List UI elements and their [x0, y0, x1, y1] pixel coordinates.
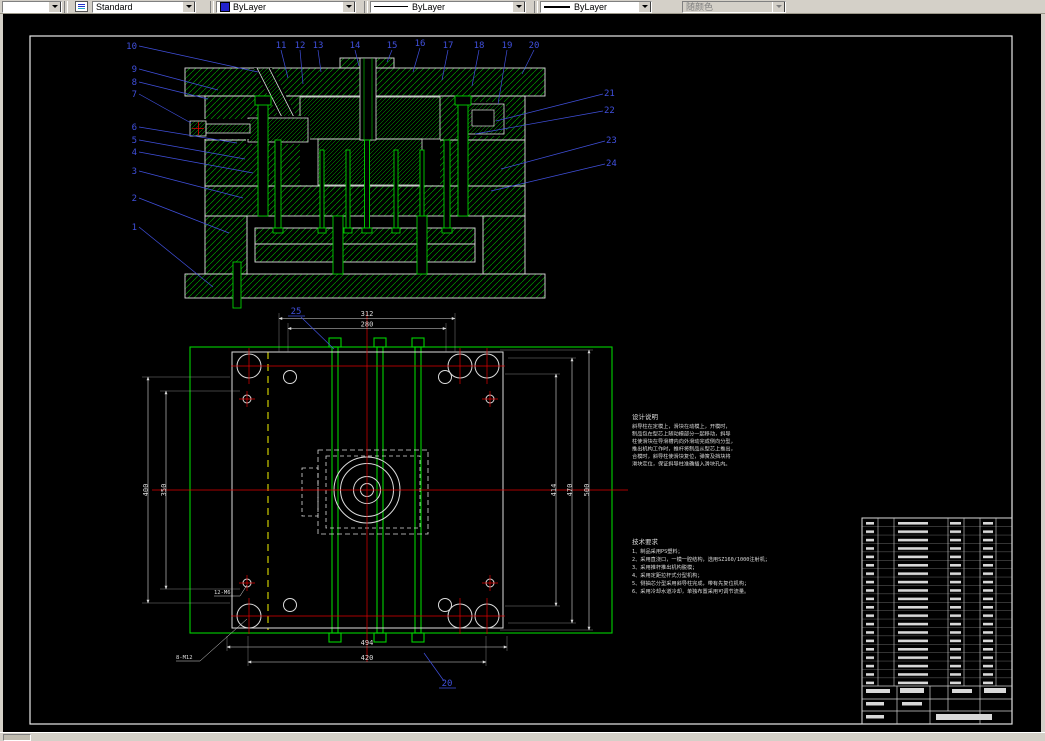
- hole-note-text: 8-M12: [176, 655, 193, 661]
- technical-requirements: 技术要求 1、制品采用PS塑料； 2、采用直浇口，一模一腔结构，选用SZ160/…: [632, 537, 770, 595]
- tech-item: 3、采用推杆推出机构脱模；: [632, 563, 697, 571]
- callout-10: 10: [126, 42, 137, 52]
- dropdown-arrow-icon: [772, 1, 785, 12]
- style-dropdown-value: Standard: [96, 1, 133, 12]
- callout-24: 24: [606, 159, 617, 169]
- callout-4: 4: [132, 148, 137, 158]
- style-dropdown[interactable]: Standard: [92, 0, 196, 13]
- callout-7: 7: [132, 90, 137, 100]
- drawing-canvas[interactable]: 312 280 494 420 414 470 500 400 350 12-M…: [3, 14, 1041, 733]
- linetype-dropdown-value: ByLayer: [412, 1, 446, 12]
- tech-item: 6、采用冷却水道冷却，单独布置采用可调节流量。: [632, 587, 749, 595]
- callout-11: 11: [276, 41, 287, 51]
- toolbar-separator: [64, 0, 68, 13]
- notes-line: 柱使滑块在导滑槽内向外滑动完成侧向分型，: [632, 437, 736, 445]
- callout-23: 23: [606, 136, 617, 146]
- tech-item: 4、采用定距拉杆式分型机构；: [632, 571, 703, 579]
- dimensions: 312 280 494 420 414 470 500 400 350 12-M…: [142, 310, 593, 666]
- callout-13: 13: [313, 41, 324, 51]
- callout-14: 14: [350, 41, 361, 51]
- ime-indicator[interactable]: [3, 733, 31, 741]
- section-view: [184, 57, 546, 309]
- status-strip: [0, 732, 1045, 741]
- dim-text: 494: [361, 639, 374, 647]
- notes-line: 推出机构工作时，推杆将制品从型芯上推出，: [632, 445, 736, 453]
- tech-title: 技术要求: [632, 537, 659, 546]
- notes-line: 制品包在型芯上随动模部分一起移动，斜导: [632, 430, 731, 438]
- callout-8: 8: [132, 78, 137, 88]
- hole-note-leaders: [176, 584, 248, 662]
- named-view-dropdown[interactable]: [2, 0, 62, 13]
- dropdown-arrow-icon[interactable]: [638, 1, 651, 12]
- dim-text: 400: [142, 484, 150, 497]
- dim-text: 500: [583, 484, 591, 497]
- tech-item: 5、侧抽芯分型采用斜导柱完成，带有先复位机构；: [632, 579, 749, 587]
- notes-title: 设计说明: [632, 412, 659, 421]
- linetype-sample-icon: [374, 6, 408, 7]
- dim-text: 470: [566, 484, 574, 497]
- callout-17: 17: [443, 41, 454, 51]
- callout-22: 22: [604, 106, 615, 116]
- dropdown-arrow-icon[interactable]: [182, 1, 195, 12]
- callout-21: 21: [604, 89, 615, 99]
- dropdown-arrow-icon[interactable]: [48, 1, 61, 12]
- dim-text: 420: [361, 654, 374, 662]
- dropdown-arrow-icon[interactable]: [512, 1, 525, 12]
- properties-toolbar: Standard ByLayer ByLayer ByLayer 随颜色: [0, 0, 1045, 14]
- callout-16: 16: [415, 39, 426, 49]
- mold-assembly-drawing: 312 280 494 420 414 470 500 400 350 12-M…: [29, 35, 1013, 725]
- toolbar-separator: [210, 0, 214, 13]
- notes-line: 合模时，斜导柱使滑块复位，弹簧及挡块将: [632, 452, 731, 460]
- callout-6: 6: [132, 123, 137, 133]
- lineweight-dropdown[interactable]: ByLayer: [540, 0, 652, 13]
- callout-15: 15: [387, 41, 398, 51]
- tech-item: 2、采用直浇口，一模一腔结构，选用SZ160/1000注射机；: [632, 555, 770, 563]
- dim-text: 414: [550, 484, 558, 497]
- style-sheet-icon: [74, 1, 88, 12]
- callout-20: 20: [529, 41, 540, 51]
- color-swatch-icon: [220, 1, 230, 12]
- dim-text: 312: [361, 310, 374, 318]
- lineweight-dropdown-value: ByLayer: [574, 1, 608, 12]
- callout-1: 1: [132, 223, 137, 233]
- title-block: [861, 517, 1013, 725]
- callout-20-plan: 20: [442, 679, 453, 689]
- callout-12: 12: [295, 41, 306, 51]
- text-style-button[interactable]: [71, 0, 91, 13]
- callout-3: 3: [132, 167, 137, 177]
- callout-18: 18: [474, 41, 485, 51]
- lineweight-sample-icon: [544, 5, 570, 8]
- color-dropdown[interactable]: ByLayer: [216, 0, 356, 13]
- callout-5: 5: [132, 136, 137, 146]
- notes-line: 斜导柱在定模上，滑块在动模上，开模时，: [632, 422, 731, 430]
- linetype-dropdown[interactable]: ByLayer: [370, 0, 526, 13]
- design-notes: 设计说明 斜导柱在定模上，滑块在动模上，开模时， 制品包在型芯上随动模部分一起移…: [632, 412, 736, 468]
- toolbar-separator: [364, 0, 368, 13]
- dim-text: 280: [361, 321, 374, 329]
- plotstyle-dropdown-value: 随颜色: [686, 1, 714, 12]
- callout-19: 19: [502, 41, 513, 51]
- tech-item: 1、制品采用PS塑料；: [632, 547, 683, 555]
- color-dropdown-value: ByLayer: [233, 1, 267, 12]
- dim-text: 350: [160, 484, 168, 497]
- callout-25: 25: [291, 307, 302, 317]
- plotstyle-dropdown: 随颜色: [682, 0, 786, 13]
- cad-application-window: Standard ByLayer ByLayer ByLayer 随颜色 312…: [0, 0, 1045, 741]
- hole-note-text: 12-M6: [214, 590, 231, 596]
- callout-2: 2: [132, 194, 137, 204]
- title-block-text-bars: [866, 688, 1006, 720]
- notes-line: 滑块定位，保证斜导柱准确插入滑块孔内。: [632, 460, 731, 468]
- dropdown-arrow-icon[interactable]: [342, 1, 355, 12]
- callout-9: 9: [132, 65, 137, 75]
- toolbar-separator: [534, 0, 538, 13]
